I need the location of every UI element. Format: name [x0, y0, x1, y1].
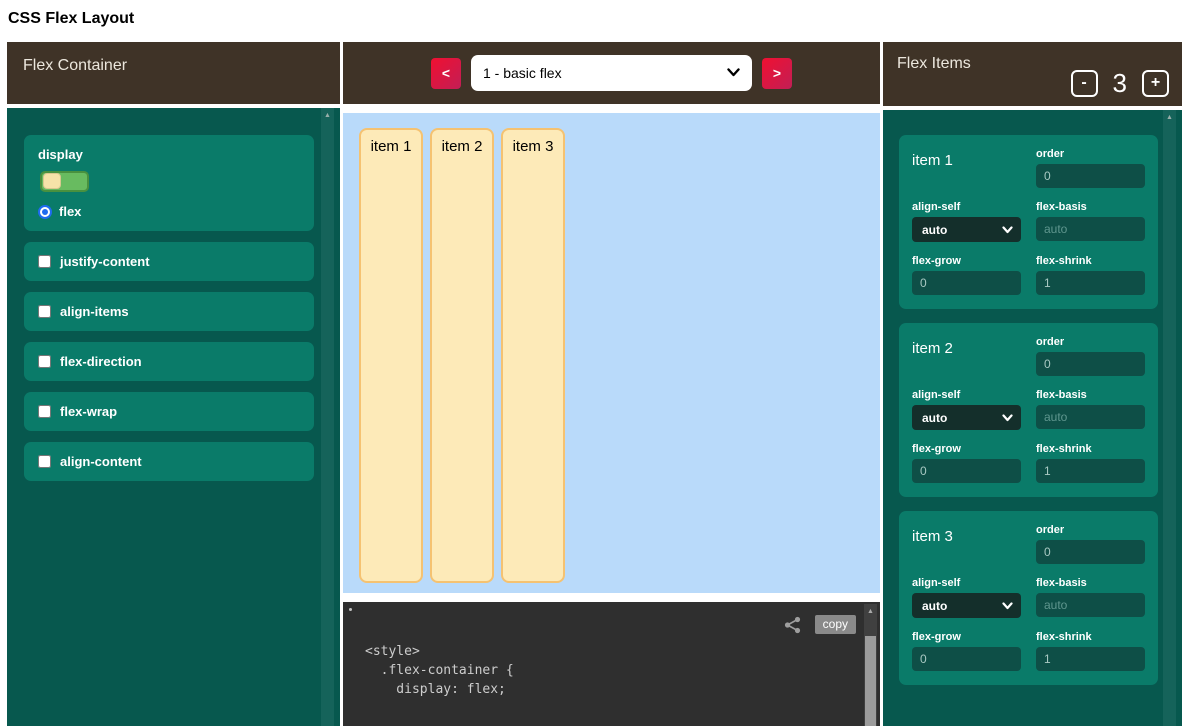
- order-label: order: [1036, 148, 1145, 160]
- align-content-label: align-content: [60, 454, 142, 469]
- flex-basis-label: flex-basis: [1036, 389, 1145, 401]
- display-label: display: [38, 147, 300, 162]
- display-card: display flex: [24, 135, 314, 231]
- align-self-label: align-self: [912, 389, 1021, 401]
- item-1-card: item 1 order align-self auto flex-basis: [899, 135, 1158, 309]
- flex-wrap-card: flex-wrap: [24, 392, 314, 431]
- preset-select[interactable]: 1 - basic flex: [471, 55, 752, 91]
- flex-grow-label: flex-grow: [912, 443, 1021, 455]
- flex-container-panel: Flex Container display flex justify-cont…: [7, 42, 340, 726]
- align-items-label: align-items: [60, 304, 129, 319]
- item-2-align-self-select[interactable]: auto: [912, 405, 1021, 430]
- item-3-title: item 3: [912, 524, 1021, 564]
- flex-direction-card: flex-direction: [24, 342, 314, 381]
- preset-bar: < 1 - basic flex >: [343, 42, 880, 104]
- align-items-checkbox[interactable]: [38, 305, 51, 318]
- code-scrollbar[interactable]: ▲: [864, 604, 877, 726]
- demo-item-1: item 1: [359, 128, 423, 583]
- radio-dot-icon: [42, 209, 48, 215]
- align-self-label: align-self: [912, 201, 1021, 213]
- flex-grow-label: flex-grow: [912, 255, 1021, 267]
- code-panel: copy <style> .flex-container { display: …: [343, 602, 880, 726]
- item-1-title: item 1: [912, 148, 1021, 188]
- toggle-knob-icon: [43, 173, 61, 189]
- css-code: <style> .flex-container { display: flex;: [365, 642, 514, 699]
- flex-shrink-label: flex-shrink: [1036, 631, 1145, 643]
- demo-item-2: item 2: [430, 128, 494, 583]
- item-1-flex-shrink-input[interactable]: [1036, 271, 1145, 295]
- flex-direction-label: flex-direction: [60, 354, 142, 369]
- flex-container-header: Flex Container: [7, 42, 340, 104]
- left-panel-scrollbar[interactable]: ▲: [321, 108, 334, 726]
- item-3-card: item 3 order align-self auto flex-basis: [899, 511, 1158, 685]
- scroll-up-icon[interactable]: ▲: [1163, 114, 1176, 121]
- remove-item-button[interactable]: -: [1071, 70, 1098, 97]
- order-label: order: [1036, 524, 1145, 536]
- flex-wrap-checkbox[interactable]: [38, 405, 51, 418]
- copy-button[interactable]: copy: [815, 615, 856, 634]
- scroll-up-icon[interactable]: ▲: [321, 112, 334, 119]
- display-toggle[interactable]: [40, 171, 89, 192]
- item-2-card: item 2 order align-self auto flex-basis: [899, 323, 1158, 497]
- flex-items-body: item 1 order align-self auto flex-basis: [883, 110, 1182, 726]
- right-panel-scrollbar[interactable]: ▲: [1163, 110, 1176, 726]
- item-2-order-input[interactable]: [1036, 352, 1145, 376]
- item-3-flex-grow-input[interactable]: [912, 647, 1021, 671]
- flex-items-panel: Flex Items - 3 + item 1 order align-self: [883, 42, 1182, 726]
- flex-radio-label: flex: [59, 204, 81, 219]
- flex-basis-label: flex-basis: [1036, 201, 1145, 213]
- flex-wrap-label: flex-wrap: [60, 404, 117, 419]
- item-3-order-input[interactable]: [1036, 540, 1145, 564]
- next-preset-button[interactable]: >: [762, 58, 792, 89]
- share-icon[interactable]: [784, 616, 802, 634]
- item-3-align-self-select[interactable]: auto: [912, 593, 1021, 618]
- item-2-title: item 2: [912, 336, 1021, 376]
- scrollbar-thumb[interactable]: [865, 636, 876, 726]
- flex-container-body: display flex justify-content align: [7, 108, 340, 726]
- justify-content-card: justify-content: [24, 242, 314, 281]
- flex-demo-container: item 1 item 2 item 3: [343, 113, 880, 593]
- order-label: order: [1036, 336, 1145, 348]
- justify-content-label: justify-content: [60, 254, 150, 269]
- item-count: 3: [1113, 68, 1127, 99]
- item-3-flex-basis-input[interactable]: [1036, 593, 1145, 617]
- flex-basis-label: flex-basis: [1036, 577, 1145, 589]
- flex-direction-checkbox[interactable]: [38, 355, 51, 368]
- app-layout: Flex Container display flex justify-cont…: [7, 42, 1182, 726]
- align-self-label: align-self: [912, 577, 1021, 589]
- scroll-up-icon[interactable]: ▲: [864, 608, 877, 615]
- flex-shrink-label: flex-shrink: [1036, 255, 1145, 267]
- preview-column: < 1 - basic flex > item 1 item 2 item 3 …: [343, 42, 880, 726]
- justify-content-checkbox[interactable]: [38, 255, 51, 268]
- flex-shrink-label: flex-shrink: [1036, 443, 1145, 455]
- item-2-flex-shrink-input[interactable]: [1036, 459, 1145, 483]
- demo-item-3: item 3: [501, 128, 565, 583]
- align-items-card: align-items: [24, 292, 314, 331]
- item-1-flex-grow-input[interactable]: [912, 271, 1021, 295]
- item-1-flex-basis-input[interactable]: [1036, 217, 1145, 241]
- add-item-button[interactable]: +: [1142, 70, 1169, 97]
- flex-grow-label: flex-grow: [912, 631, 1021, 643]
- flex-items-header: Flex Items - 3 +: [883, 42, 1182, 106]
- align-content-card: align-content: [24, 442, 314, 481]
- item-3-flex-shrink-input[interactable]: [1036, 647, 1145, 671]
- prev-preset-button[interactable]: <: [431, 58, 461, 89]
- flex-radio[interactable]: [38, 205, 52, 219]
- item-2-flex-grow-input[interactable]: [912, 459, 1021, 483]
- page-title: CSS Flex Layout: [8, 10, 134, 28]
- code-dot-icon: [349, 608, 352, 611]
- flex-container-title: Flex Container: [23, 57, 127, 74]
- item-1-align-self-select[interactable]: auto: [912, 217, 1021, 242]
- align-content-checkbox[interactable]: [38, 455, 51, 468]
- item-1-order-input[interactable]: [1036, 164, 1145, 188]
- item-2-flex-basis-input[interactable]: [1036, 405, 1145, 429]
